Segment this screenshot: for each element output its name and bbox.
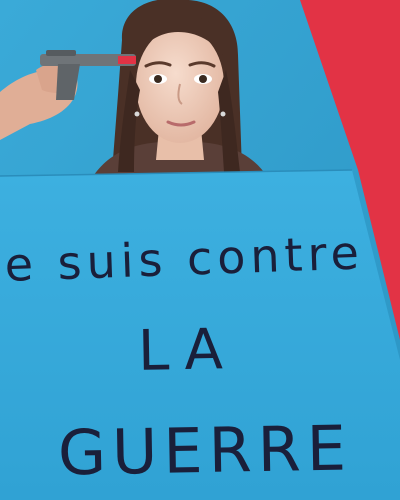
earring-left [134,111,140,117]
sign-text-line-3: GUERRE [57,411,353,490]
sign-text-line-2: LA [137,317,238,384]
pupil-right [199,75,207,83]
protest-photo: Je suis contre LA GUERRE [0,0,400,500]
earring-right [220,111,226,117]
pupil-left [154,75,162,83]
